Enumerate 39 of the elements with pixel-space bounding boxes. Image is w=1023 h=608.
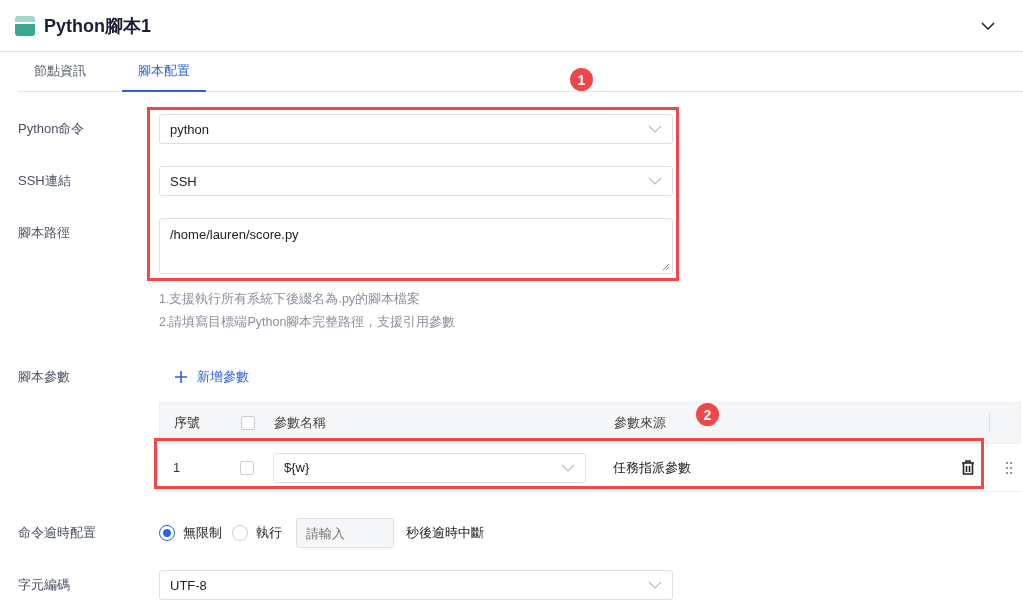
plus-icon <box>175 371 187 383</box>
tab[interactable]: 節點資訊 <box>18 52 102 92</box>
select-field[interactable]: ${w} <box>273 452 586 483</box>
caret-icon <box>648 581 662 589</box>
select-field[interactable]: python <box>159 114 673 144</box>
panel-title: Python腳本1 <box>44 14 151 38</box>
field-label: 腳本路徑 <box>18 224 71 242</box>
column-header: 序號 <box>173 414 201 432</box>
column-header: 參數名稱 <box>274 414 327 432</box>
table-cell-text: 1 <box>172 460 182 475</box>
select-field[interactable]: SSH <box>159 166 673 196</box>
suffix-text: 秒後逾時中斷 <box>406 524 484 542</box>
add-parameter-button[interactable]: 新增參數 <box>175 362 249 392</box>
select-field[interactable]: UTF-8 <box>159 570 673 600</box>
python-file-icon <box>15 15 35 36</box>
caret-icon <box>648 177 662 185</box>
caret-icon <box>561 463 575 472</box>
hint-text: 1.支援執行所有系統下後綴名為.py的腳本檔案 <box>159 291 422 308</box>
column-header: 參數來源 <box>614 414 666 432</box>
field-label: 字元編碼 <box>18 576 71 594</box>
seconds-input[interactable]: 請輸入 <box>296 518 394 548</box>
table-cell-text: 任務指派參數 <box>613 458 692 477</box>
field-label: SSH連結 <box>18 172 72 190</box>
field-label: 命令逾時配置 <box>18 524 97 542</box>
caret-icon <box>648 125 662 133</box>
resize-handle-icon[interactable] <box>662 263 670 271</box>
field-label: 腳本參數 <box>18 368 71 386</box>
field-label: Python命令 <box>18 120 86 138</box>
number-badge: 1 <box>570 68 593 91</box>
text-area[interactable]: /home/lauren/score.py <box>159 218 673 274</box>
trash-icon[interactable] <box>961 460 975 475</box>
radio-option[interactable]: 執行 <box>232 518 282 548</box>
radio-option[interactable]: 無限制 <box>159 518 222 548</box>
checkbox[interactable] <box>240 460 254 475</box>
drag-handle-icon[interactable] <box>1006 460 1012 475</box>
chevron-down-icon[interactable] <box>981 21 995 30</box>
hint-text: 2.請填寫目標端Python腳本完整路徑，支援引用參數 <box>159 314 457 331</box>
checkbox[interactable] <box>241 416 255 430</box>
tab[interactable]: 腳本配置 <box>122 52 206 92</box>
